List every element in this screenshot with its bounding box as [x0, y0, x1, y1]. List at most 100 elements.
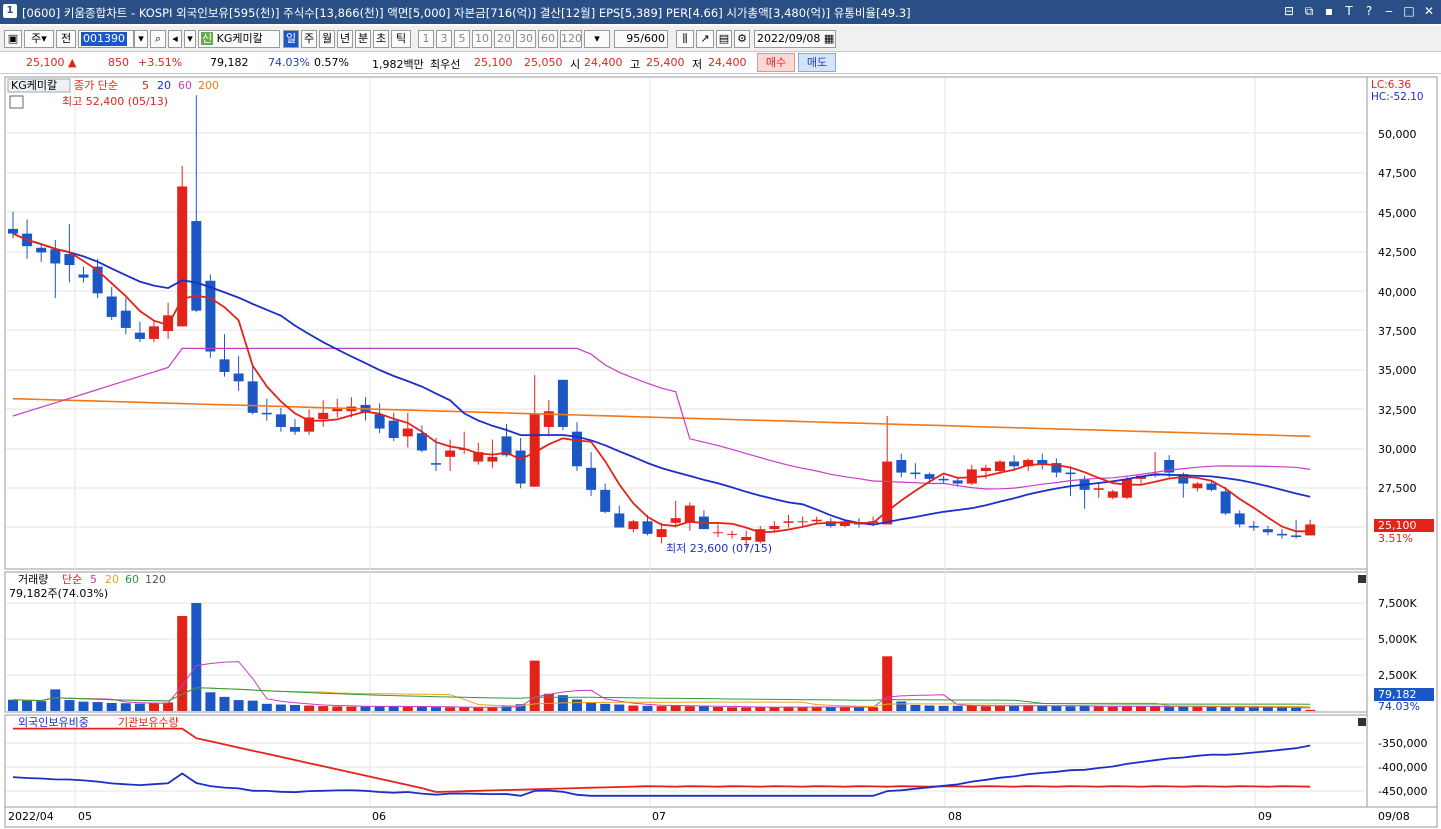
vol-y-tick: 2,500K: [1378, 669, 1417, 682]
foreign-title: 외국인보유비중: [18, 716, 89, 729]
volume-bar: [275, 704, 286, 711]
volume-bar: [670, 705, 681, 711]
volume-bar: [163, 702, 174, 711]
candle-body: [445, 450, 456, 457]
candle-body: [120, 310, 131, 328]
candle-body: [797, 521, 808, 523]
candle-body: [614, 513, 625, 528]
candle-body: [233, 373, 244, 382]
volume-bar: [980, 706, 991, 711]
vol-y-tick: 7,500K: [1378, 597, 1417, 610]
volume-bar: [261, 703, 272, 711]
foreign-y-tick: -400,000: [1378, 761, 1427, 774]
grid-toggle-icon[interactable]: [9, 95, 24, 109]
vol-legend-ma60: 60: [125, 573, 139, 586]
candle-body: [995, 461, 1005, 471]
volume-bar: [149, 703, 159, 711]
volume-bar: [1291, 707, 1302, 711]
legend-ma200: 200: [198, 79, 219, 92]
candle-body: [586, 467, 597, 490]
low-annotation: 최저 23,600 (07/15): [666, 542, 772, 555]
price-legend-prefix: 종가 단순: [74, 79, 118, 92]
candle-body: [1206, 483, 1217, 490]
foreign-panel[interactable]: [4, 714, 1368, 808]
lc-value: LC:6.36: [1371, 79, 1411, 91]
y-tick: 30,000: [1378, 443, 1417, 456]
candle-body: [684, 505, 695, 523]
volume-bar: [1079, 705, 1090, 711]
volume-bar: [1037, 705, 1048, 711]
candle-body: [275, 414, 286, 427]
y-tick: 40,000: [1378, 286, 1417, 299]
volume-bar: [952, 705, 963, 711]
x-axis-end: 09/08: [1378, 810, 1410, 823]
y-tick: 42,500: [1378, 246, 1417, 259]
volume-bar: [698, 706, 709, 711]
volume-bar: [1206, 706, 1217, 711]
volume-bar: [1220, 706, 1231, 711]
volume-info: 79,182주(74.03%): [9, 587, 108, 600]
volume-bar: [416, 706, 427, 711]
volume-bar: [402, 706, 413, 711]
candle-body: [78, 274, 89, 278]
volume-bar: [684, 706, 695, 711]
candle-body: [106, 296, 117, 317]
foreign-panel-close-icon[interactable]: [1358, 718, 1366, 726]
volume-bar: [1051, 705, 1062, 711]
candle-body: [1305, 524, 1316, 536]
vol-legend-ma5: 5: [90, 573, 97, 586]
candle-body: [149, 326, 159, 339]
volume-bar: [755, 707, 766, 711]
volume-bar: [656, 706, 667, 711]
candle-body: [219, 359, 230, 372]
volume-bar: [586, 702, 597, 711]
candle-body: [487, 456, 498, 462]
legend-ma60: 60: [178, 79, 192, 92]
volume-bar: [1136, 706, 1146, 711]
candle-body: [388, 420, 399, 438]
volume-bar: [92, 702, 103, 711]
volume-tag-pct: 74.03%: [1378, 700, 1420, 713]
x-tick: 07: [652, 810, 666, 823]
volume-bar: [1248, 707, 1259, 711]
volume-bar: [134, 703, 145, 711]
price-panel-name: KG케미칼: [11, 79, 57, 92]
volume-bar: [1234, 706, 1245, 711]
x-tick: 08: [948, 810, 962, 823]
foreign-y-tick: -350,000: [1378, 737, 1427, 750]
stock-chart[interactable]: KG케미칼 종가 단순 5 20 60 200 최고 52,400 (05/13…: [0, 0, 1441, 829]
volume-title: 거래량: [18, 573, 48, 586]
x-tick: 05: [78, 810, 92, 823]
volume-bar: [1192, 706, 1203, 711]
volume-bar: [910, 704, 921, 711]
volume-bar: [50, 689, 61, 711]
candle-body: [205, 280, 216, 352]
y-tick: 35,000: [1378, 364, 1417, 377]
candle-body: [1192, 483, 1203, 489]
candle-body: [811, 519, 822, 522]
volume-bar: [1093, 706, 1104, 711]
volume-bar: [543, 693, 554, 711]
volume-bar: [1009, 705, 1020, 711]
y-tick: 45,000: [1378, 207, 1417, 220]
candle-body: [1065, 472, 1076, 475]
candle-body: [261, 412, 272, 415]
candle-body: [600, 489, 611, 512]
volume-bar: [924, 705, 935, 711]
y-tick: 50,000: [1378, 128, 1417, 141]
candle-body: [1234, 513, 1245, 525]
volume-bar: [1262, 707, 1273, 711]
volume-panel[interactable]: [4, 571, 1368, 713]
candle-body: [670, 518, 681, 523]
volume-bar: [825, 707, 836, 711]
candle-body: [769, 526, 780, 530]
volume-panel-close-icon[interactable]: [1358, 575, 1366, 583]
candle-body: [374, 414, 385, 429]
candle-body: [134, 332, 145, 339]
candle-body: [515, 450, 526, 484]
candle-body: [247, 381, 258, 413]
volume-bar: [1107, 706, 1118, 711]
volume-bar: [1178, 706, 1189, 711]
candle-body: [431, 463, 441, 465]
volume-bar: [290, 704, 300, 711]
